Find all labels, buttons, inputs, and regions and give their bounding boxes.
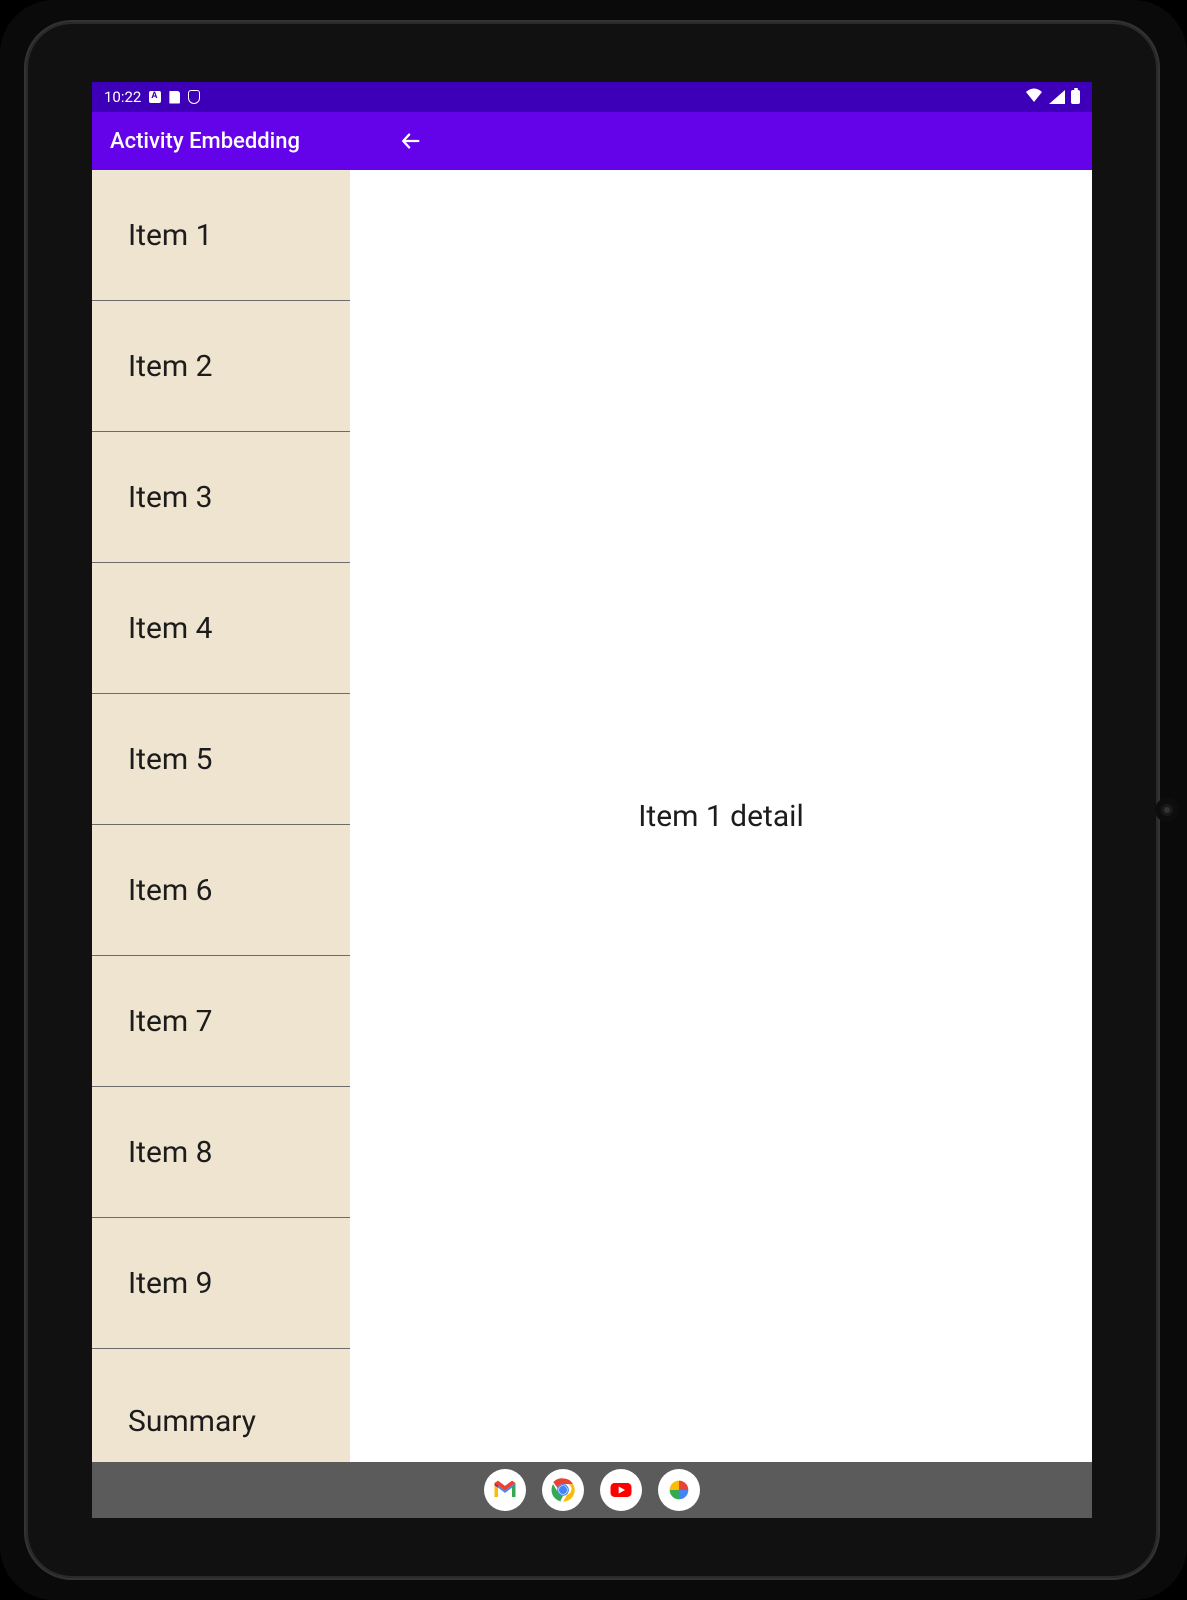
screen: 10:22 Activity Embedding <box>92 82 1092 1518</box>
list-item-label: Item 4 <box>128 611 213 646</box>
status-time: 10:22 <box>104 88 141 106</box>
list-item-label: Item 1 <box>128 218 213 253</box>
list-item-1[interactable]: Item 1 <box>92 170 350 301</box>
signal-icon <box>1049 90 1065 104</box>
chrome-icon <box>549 1476 577 1504</box>
list-item-label: Item 6 <box>128 873 213 908</box>
gmail-app-icon[interactable] <box>484 1469 526 1511</box>
list-item-8[interactable]: Item 8 <box>92 1087 350 1218</box>
photos-icon <box>665 1476 693 1504</box>
list-item-label: Item 5 <box>128 742 213 777</box>
list-item-label: Item 9 <box>128 1266 213 1301</box>
list-item-summary[interactable]: Summary <box>92 1349 350 1439</box>
list-item-label: Item 2 <box>128 349 213 384</box>
list-item-5[interactable]: Item 5 <box>92 694 350 825</box>
wifi-icon <box>1025 88 1043 106</box>
youtube-icon <box>607 1476 635 1504</box>
photos-app-icon[interactable] <box>658 1469 700 1511</box>
app-title: Activity Embedding <box>110 129 300 154</box>
youtube-app-icon[interactable] <box>600 1469 642 1511</box>
navigation-bar <box>92 1462 1092 1518</box>
list-item-6[interactable]: Item 6 <box>92 825 350 956</box>
tablet-frame: 10:22 Activity Embedding <box>0 0 1187 1600</box>
gmail-icon <box>491 1476 519 1504</box>
shield-icon <box>188 90 200 104</box>
list-pane[interactable]: Item 1 Item 2 Item 3 Item 4 Item 5 Item … <box>92 170 350 1462</box>
list-item-label: Item 8 <box>128 1135 213 1170</box>
list-item-4[interactable]: Item 4 <box>92 563 350 694</box>
content-split: Item 1 Item 2 Item 3 Item 4 Item 5 Item … <box>92 170 1092 1462</box>
list-item-3[interactable]: Item 3 <box>92 432 350 563</box>
app-bar: Activity Embedding <box>92 112 1092 170</box>
detail-pane: Item 1 detail <box>350 170 1092 1462</box>
back-button[interactable] <box>382 112 440 170</box>
keyboard-icon <box>149 91 161 103</box>
list-item-label: Summary <box>128 1404 256 1439</box>
list-item-9[interactable]: Item 9 <box>92 1218 350 1349</box>
status-bar: 10:22 <box>92 82 1092 112</box>
battery-icon <box>1071 90 1080 104</box>
status-left: 10:22 <box>104 88 200 106</box>
chrome-app-icon[interactable] <box>542 1469 584 1511</box>
tablet-camera <box>1155 798 1179 822</box>
list-item-label: Item 7 <box>128 1004 213 1039</box>
list-item-label: Item 3 <box>128 480 213 515</box>
list-item-2[interactable]: Item 2 <box>92 301 350 432</box>
list-item-7[interactable]: Item 7 <box>92 956 350 1087</box>
status-right <box>1025 88 1080 106</box>
sdcard-icon <box>169 91 180 104</box>
back-arrow-icon <box>400 130 422 152</box>
detail-text: Item 1 detail <box>638 799 803 834</box>
